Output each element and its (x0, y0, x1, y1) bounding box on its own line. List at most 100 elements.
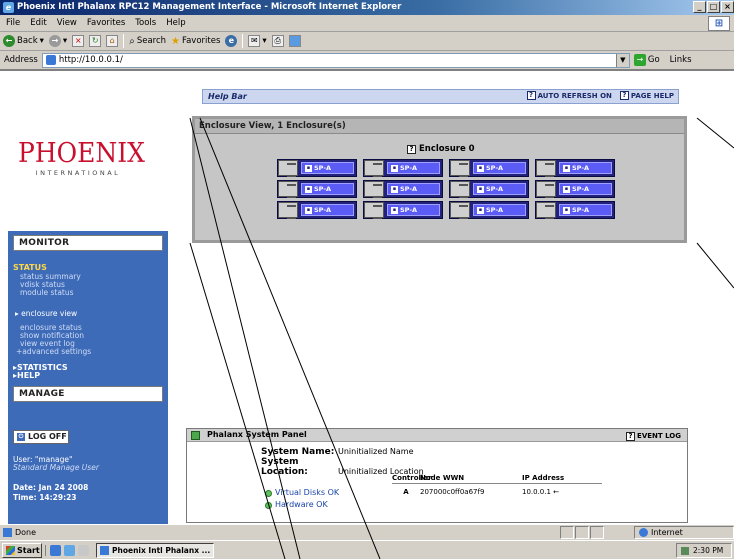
links-button[interactable]: Links (670, 55, 692, 65)
help-icon: ? (619, 91, 629, 100)
logoff-button[interactable]: ⏻ LOG OFF (13, 430, 69, 444)
clock: 2:30 PM (693, 546, 724, 555)
drive-bay-icon (364, 181, 384, 198)
help-bar-title: Help Bar (208, 92, 247, 101)
drive-bay-icon (278, 181, 298, 198)
favorites-button[interactable]: ★ Favorites (171, 36, 220, 47)
controller-icon: ▪ (391, 206, 398, 214)
address-dropdown-icon[interactable]: ▼ (615, 53, 629, 67)
drive-bay-icon (364, 202, 384, 219)
edit-page-button[interactable] (288, 35, 301, 47)
nav-enclosure-view[interactable]: ▸ enclosure view (15, 309, 77, 318)
search-icon: ⌕ (129, 35, 135, 47)
sp-a-button[interactable]: ▪ SP-A (387, 183, 440, 195)
media-button[interactable]: e (225, 35, 238, 47)
search-button[interactable]: ⌕ Search (129, 36, 166, 47)
monitor-header[interactable]: MONITOR (13, 235, 163, 251)
nav-help[interactable]: ▸HELP (13, 371, 40, 380)
hardware-status-link[interactable]: Hardware OK (275, 499, 328, 511)
user-role: Standard Manage User (13, 463, 99, 472)
manage-header[interactable]: MANAGE (13, 386, 163, 402)
page-done-icon (3, 528, 12, 537)
taskbar-ie-window[interactable]: Phoenix Intl Phalanx ... (96, 542, 214, 558)
controller-slot[interactable]: ▪ SP-A (277, 159, 357, 177)
forward-button[interactable]: → ▾ (48, 35, 67, 47)
auto-refresh-button[interactable]: ? AUTO REFRESH ON (526, 91, 612, 100)
menu-view[interactable]: View (57, 18, 77, 28)
nav-advanced-settings[interactable]: +advanced settings (16, 347, 91, 356)
refresh-button[interactable]: ↻ (89, 35, 102, 47)
explorer-icon[interactable] (78, 544, 89, 556)
internet-globe-icon (639, 528, 648, 537)
sp-a-button[interactable]: ▪ SP-A (387, 204, 440, 216)
help-bar: Help Bar ? AUTO REFRESH ON ? PAGE HELP (202, 89, 679, 104)
mail-icon: ✉ (248, 35, 261, 47)
ie-quicklaunch-icon[interactable] (64, 544, 75, 556)
address-input[interactable]: http://10.0.0.1/ ▼ (41, 52, 630, 68)
enclosure-0-label[interactable]: ? Enclosure 0 (407, 144, 475, 154)
stop-button[interactable]: × (72, 35, 85, 47)
status-cell (590, 526, 604, 539)
system-name-value: Uninitialized Name (338, 447, 414, 456)
start-button[interactable]: Start (2, 542, 42, 558)
drive-bay-icon (450, 202, 470, 219)
controller-icon: ▪ (477, 164, 484, 172)
close-button[interactable]: × (721, 1, 734, 13)
system-panel-title: Phalanx System Panel (207, 430, 307, 439)
controller-slot[interactable]: ▪ SP-A (277, 201, 357, 219)
sp-a-button[interactable]: ▪ SP-A (387, 162, 440, 174)
time-label: Time: 14:29:23 (13, 493, 77, 502)
controller-icon: ▪ (391, 164, 398, 172)
sp-a-button[interactable]: ▪ SP-A (473, 183, 526, 195)
controller-slot[interactable]: ▪ SP-A (363, 201, 443, 219)
mail-button[interactable]: ✉ ▾ (248, 35, 267, 47)
sidebar: MONITOR STATUS status summary vdisk stat… (8, 231, 168, 524)
show-desktop-icon[interactable] (50, 544, 61, 556)
controller-slot[interactable]: ▪ SP-A (535, 159, 615, 177)
controller-slot[interactable]: ▪ SP-A (363, 159, 443, 177)
controller-slot[interactable]: ▪ SP-A (277, 180, 357, 198)
controller-slot[interactable]: ▪ SP-A (449, 201, 529, 219)
status-cell (575, 526, 589, 539)
controller-slot[interactable]: ▪ SP-A (449, 159, 529, 177)
sp-a-button[interactable]: ▪ SP-A (559, 204, 612, 216)
page-icon (45, 55, 56, 65)
page-help-button[interactable]: ? PAGE HELP (619, 91, 674, 100)
controller-slot[interactable]: ▪ SP-A (535, 201, 615, 219)
maximize-button[interactable]: □ (707, 1, 720, 13)
back-button[interactable]: ← Back ▾ (3, 35, 44, 47)
menu-tools[interactable]: Tools (135, 18, 156, 28)
menu-file[interactable]: File (6, 18, 20, 28)
go-button[interactable]: → Go (633, 54, 660, 66)
event-log-button[interactable]: ? EVENT LOG (626, 430, 681, 442)
enclosure-rack: ▪ SP-A ▪ SP-A ▪ SP-A ▪ SP-A ▪ SP-A ▪ SP-A ▪ SP-A ▪ SP-A… (277, 159, 615, 220)
controller-slot[interactable]: ▪ SP-A (535, 180, 615, 198)
brand-name: PHOENIX (18, 136, 145, 169)
print-button[interactable]: ⎙ (271, 35, 284, 47)
tray-icon[interactable] (681, 546, 689, 555)
sp-a-button[interactable]: ▪ SP-A (559, 162, 612, 174)
minimize-button[interactable]: _ (693, 1, 706, 13)
nav-module-status[interactable]: module status (20, 288, 74, 297)
toolbar-separator (123, 34, 125, 48)
menu-edit[interactable]: Edit (30, 18, 46, 28)
controller-slot[interactable]: ▪ SP-A (363, 180, 443, 198)
sp-a-button[interactable]: ▪ SP-A (301, 183, 354, 195)
enclosure-view-panel: Enclosure View, 1 Enclosure(s) ? Enclosur… (192, 116, 687, 243)
status-heading[interactable]: STATUS (13, 263, 47, 272)
virtual-disks-status-link[interactable]: Virtual Disks OK (275, 487, 339, 499)
menu-help[interactable]: Help (166, 18, 185, 28)
cell-node-wwn: 207000c0ff0a67f9 (420, 488, 485, 496)
address-label: Address (4, 55, 38, 65)
sp-a-button[interactable]: ▪ SP-A (473, 204, 526, 216)
sp-a-button[interactable]: ▪ SP-A (301, 204, 354, 216)
controller-icon: ▪ (305, 206, 312, 214)
home-button[interactable]: ⌂ (106, 35, 119, 47)
cell-controller: A (403, 488, 409, 496)
controller-slot[interactable]: ▪ SP-A (449, 180, 529, 198)
sp-a-button[interactable]: ▪ SP-A (301, 162, 354, 174)
menu-favorites[interactable]: Favorites (87, 18, 125, 28)
sp-a-button[interactable]: ▪ SP-A (473, 162, 526, 174)
sp-a-button[interactable]: ▪ SP-A (559, 183, 612, 195)
cell-ip-address: 10.0.0.1 ← (522, 488, 560, 496)
